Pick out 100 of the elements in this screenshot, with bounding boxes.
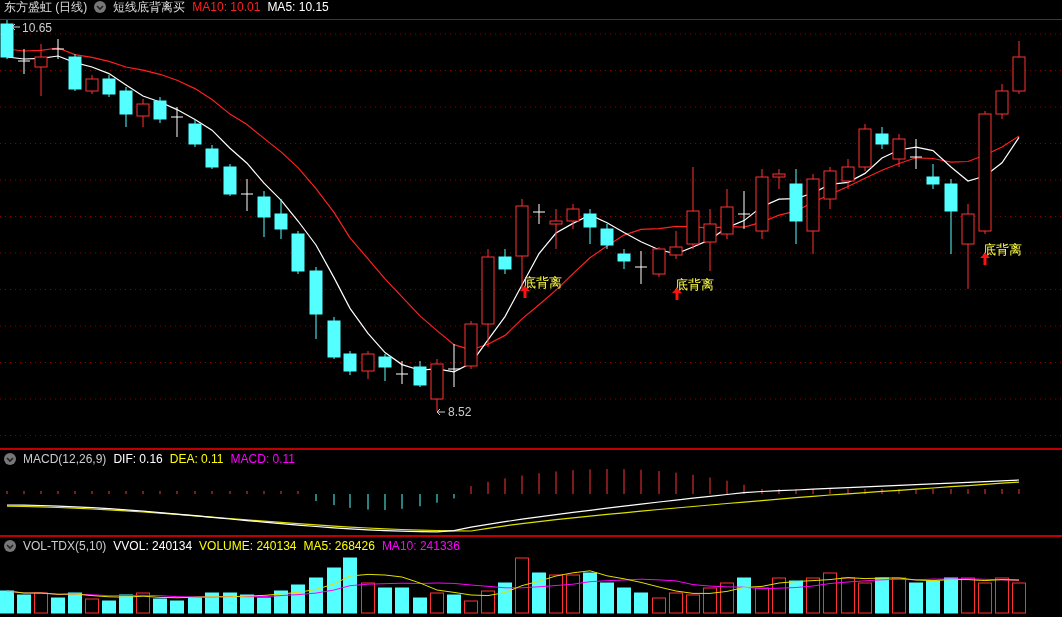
volume-bar xyxy=(413,597,427,614)
candlestick xyxy=(823,166,837,210)
candlestick xyxy=(909,138,923,170)
volume-bar xyxy=(481,590,495,614)
candlestick xyxy=(205,144,219,170)
candlestick xyxy=(532,203,546,225)
candlestick xyxy=(223,163,237,197)
volume-bar xyxy=(136,592,150,614)
candlestick xyxy=(34,43,48,97)
volume-bar xyxy=(240,594,254,614)
candlestick xyxy=(188,118,202,148)
stock-title: 东方盛虹 (日线) xyxy=(4,0,88,14)
volume-bar xyxy=(51,597,65,614)
candlestick xyxy=(327,316,341,360)
indicator-name[interactable]: 短线底背离买 xyxy=(113,0,186,14)
left-arrow-icon xyxy=(436,408,446,416)
volume-bar xyxy=(68,592,82,614)
legend-value: DEA: 0.11 xyxy=(169,452,224,466)
candlestick xyxy=(549,208,563,250)
candlestick xyxy=(772,168,786,190)
volume-bar xyxy=(464,600,478,614)
volume-bar xyxy=(532,572,546,614)
volume-bar xyxy=(170,600,184,614)
candlestick xyxy=(703,208,717,272)
candlestick xyxy=(600,223,614,250)
candlestick xyxy=(257,190,271,238)
candlestick xyxy=(274,198,288,240)
volume-bar xyxy=(583,572,597,614)
volume-bar xyxy=(153,598,167,614)
volume-bar xyxy=(875,577,889,614)
candlestick xyxy=(858,123,872,172)
volume-bar xyxy=(188,597,202,614)
candlestick xyxy=(634,250,648,285)
volume-bar xyxy=(291,584,305,614)
volume-bar xyxy=(205,592,219,614)
candlestick xyxy=(136,98,150,128)
volume-bar xyxy=(549,574,563,614)
volume-bar xyxy=(617,587,631,614)
volume-bar xyxy=(1012,582,1026,614)
candlestick xyxy=(51,38,65,60)
candlestick xyxy=(119,86,133,128)
volume-bar xyxy=(720,582,734,614)
legend-value: MA5: 268426 xyxy=(303,539,375,553)
candlestick xyxy=(343,350,357,376)
candlestick xyxy=(0,20,14,60)
candlestick xyxy=(566,203,580,230)
volume-bar xyxy=(447,594,461,614)
volume-bar xyxy=(600,582,614,614)
volume-bar xyxy=(566,574,580,614)
volume-bar xyxy=(703,587,717,614)
legend-value: MA10: 241336 xyxy=(381,539,460,553)
volume-bar xyxy=(17,594,31,614)
candlestick xyxy=(995,83,1009,120)
candlestick xyxy=(85,74,99,95)
volume-bar xyxy=(755,587,769,614)
volume-bar xyxy=(806,577,820,614)
volume-bar xyxy=(257,597,271,614)
volume-bar xyxy=(669,592,683,614)
candlestick xyxy=(17,48,31,75)
volume-bar xyxy=(343,557,357,614)
volume-bar xyxy=(430,592,444,614)
collapse-icon[interactable] xyxy=(4,540,16,552)
low-price-label: 8.52 xyxy=(448,405,472,419)
high-price-label: 10.65 xyxy=(22,21,53,35)
candlestick xyxy=(102,74,116,98)
volume-bar xyxy=(34,592,48,614)
collapse-icon[interactable] xyxy=(4,453,16,465)
volume-bar xyxy=(378,587,392,614)
volume-bar xyxy=(686,594,700,614)
volume-bar xyxy=(361,582,375,614)
candlestick xyxy=(583,208,597,245)
candlestick xyxy=(153,96,167,124)
signal-label: 底背离 xyxy=(983,243,1022,257)
candlestick xyxy=(737,190,751,230)
candlestick xyxy=(68,53,82,92)
candlestick xyxy=(926,163,940,190)
legend-value: DIF: 0.16 xyxy=(113,452,163,466)
volume-bar xyxy=(926,580,940,614)
volume-bar xyxy=(823,572,837,614)
indicator-name[interactable]: VOL-TDX(5,10) xyxy=(23,539,107,553)
legend-value: VOLUME: 240134 xyxy=(199,539,297,553)
volume-bar xyxy=(978,582,992,614)
candlestick xyxy=(240,178,254,212)
volume-bar xyxy=(515,557,529,614)
candlestick xyxy=(170,106,184,138)
volume-bar xyxy=(909,582,923,614)
candlestick xyxy=(755,168,769,240)
candlestick xyxy=(378,353,392,382)
left-arrow-icon xyxy=(11,23,21,31)
indicator-name[interactable]: MACD(12,26,9) xyxy=(23,452,107,466)
volume-bar xyxy=(102,600,116,614)
candlestick xyxy=(1012,40,1026,95)
candlestick xyxy=(720,188,734,240)
candlestick xyxy=(291,230,305,275)
candlestick xyxy=(841,158,855,190)
candlestick xyxy=(413,360,427,388)
volume-bar xyxy=(961,577,975,614)
candlestick xyxy=(361,350,375,380)
collapse-icon[interactable] xyxy=(94,1,107,13)
volume-bar xyxy=(327,567,341,614)
